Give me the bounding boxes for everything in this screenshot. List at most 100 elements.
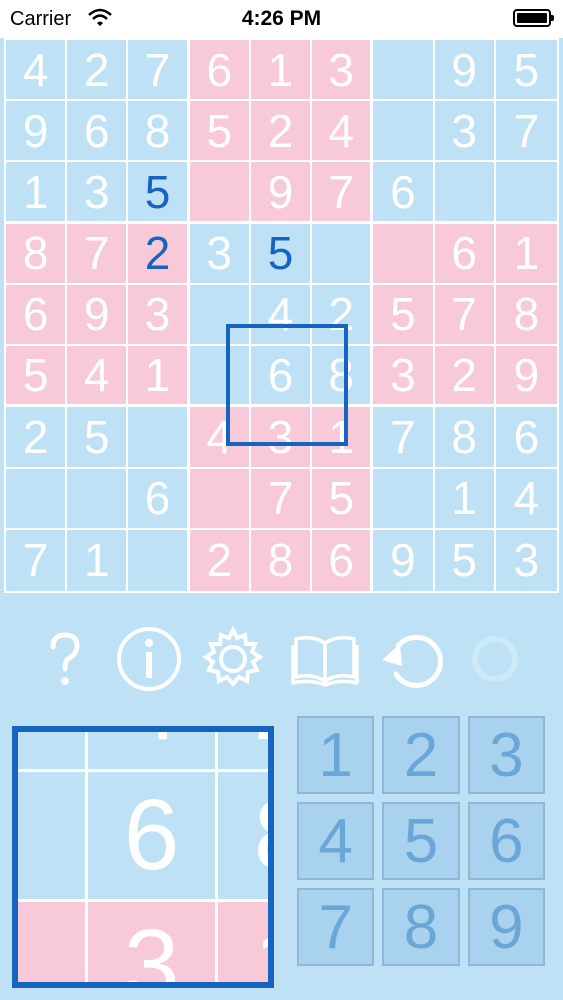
sudoku-cell[interactable]: 2 xyxy=(189,529,251,591)
sudoku-cell[interactable]: 6 xyxy=(495,407,557,469)
sudoku-cell[interactable]: 7 xyxy=(6,529,68,591)
sudoku-cell[interactable]: 9 xyxy=(495,346,557,408)
sudoku-cell[interactable]: 6 xyxy=(67,101,129,163)
sudoku-cell[interactable]: 3 xyxy=(250,407,313,469)
sudoku-cell[interactable]: 5 xyxy=(67,407,129,469)
sudoku-cell[interactable]: 5 xyxy=(495,40,557,102)
sudoku-cell[interactable]: 7 xyxy=(250,468,313,530)
number-key-6[interactable]: 6 xyxy=(467,802,545,880)
sudoku-cell[interactable]: 2 xyxy=(250,101,313,163)
sudoku-cell[interactable]: 9 xyxy=(67,284,129,347)
sudoku-cell[interactable]: 5 xyxy=(250,223,313,285)
number-key-2[interactable]: 2 xyxy=(382,716,460,794)
sudoku-cell[interactable]: 1 xyxy=(495,223,557,285)
sudoku-cell[interactable]: 5 xyxy=(312,468,374,530)
sudoku-cell[interactable]: 9 xyxy=(373,529,435,591)
sudoku-cell[interactable]: 8 xyxy=(312,346,374,408)
sudoku-cell[interactable]: 6 xyxy=(434,223,496,285)
sudoku-cell[interactable] xyxy=(6,468,68,530)
sudoku-cell[interactable]: 7 xyxy=(434,284,496,347)
sudoku-cell[interactable]: 3 xyxy=(312,40,374,102)
sudoku-cell[interactable]: 5 xyxy=(434,529,496,591)
sudoku-cell[interactable]: 3 xyxy=(434,101,496,163)
sudoku-cell[interactable]: 6 xyxy=(312,529,374,591)
sudoku-cell[interactable] xyxy=(189,162,251,224)
sudoku-cell[interactable]: 4 xyxy=(495,468,557,530)
sudoku-cell[interactable]: 2 xyxy=(434,346,496,408)
number-key-8[interactable]: 8 xyxy=(382,888,460,966)
sudoku-cell[interactable]: 5 xyxy=(189,101,251,163)
sudoku-cell[interactable]: 3 xyxy=(67,162,129,224)
sudoku-cell[interactable]: 8 xyxy=(128,101,190,163)
sudoku-cell[interactable]: 8 xyxy=(495,284,557,347)
sudoku-cell[interactable]: 7 xyxy=(373,407,435,469)
number-key-7[interactable]: 7 xyxy=(297,888,375,966)
sudoku-cell[interactable]: 8 xyxy=(250,529,313,591)
sudoku-cell[interactable]: 2 xyxy=(67,40,129,102)
gear-icon xyxy=(202,626,264,688)
sudoku-cell[interactable] xyxy=(373,468,435,530)
settings-button[interactable] xyxy=(198,624,268,694)
sudoku-cell[interactable] xyxy=(312,223,374,285)
number-key-5[interactable]: 5 xyxy=(382,802,460,880)
sudoku-cell[interactable]: 9 xyxy=(434,40,496,102)
sudoku-cell[interactable] xyxy=(189,284,251,347)
sudoku-cell[interactable]: 2 xyxy=(128,223,190,285)
sudoku-cell[interactable] xyxy=(373,223,435,285)
magnifier-preview: 426831 xyxy=(12,726,274,988)
sudoku-cell[interactable]: 1 xyxy=(6,162,68,224)
sudoku-cell[interactable] xyxy=(128,529,190,591)
sudoku-cell[interactable]: 6 xyxy=(6,284,68,347)
sudoku-cell[interactable] xyxy=(495,162,557,224)
sudoku-cell[interactable]: 9 xyxy=(6,101,68,163)
sudoku-cell[interactable]: 1 xyxy=(128,346,190,408)
sudoku-cell[interactable]: 6 xyxy=(373,162,435,224)
sudoku-cell[interactable]: 4 xyxy=(6,40,68,102)
number-key-1[interactable]: 1 xyxy=(297,716,375,794)
sudoku-cell[interactable]: 3 xyxy=(373,346,435,408)
sudoku-cell[interactable] xyxy=(189,468,251,530)
toolbar xyxy=(0,620,563,700)
sudoku-cell[interactable]: 3 xyxy=(128,284,190,347)
sudoku-cell[interactable]: 5 xyxy=(373,284,435,347)
sudoku-cell[interactable]: 4 xyxy=(312,101,374,163)
sudoku-cell[interactable]: 7 xyxy=(67,223,129,285)
sudoku-cell[interactable] xyxy=(373,40,435,102)
sudoku-cell[interactable]: 6 xyxy=(128,468,190,530)
undo-button[interactable] xyxy=(378,624,448,694)
sudoku-cell[interactable]: 7 xyxy=(312,162,374,224)
sudoku-cell[interactable]: 6 xyxy=(250,346,313,408)
sudoku-cell[interactable] xyxy=(373,101,435,163)
sudoku-cell[interactable]: 1 xyxy=(250,40,313,102)
sudoku-cell[interactable]: 1 xyxy=(67,529,129,591)
sudoku-cell[interactable] xyxy=(189,346,251,408)
sudoku-cell[interactable] xyxy=(128,407,190,469)
sudoku-cell[interactable]: 6 xyxy=(189,40,251,102)
sudoku-cell[interactable]: 1 xyxy=(434,468,496,530)
sudoku-cell[interactable]: 9 xyxy=(250,162,313,224)
sudoku-cell[interactable]: 3 xyxy=(189,223,251,285)
redo-button[interactable] xyxy=(460,624,530,694)
sudoku-cell[interactable]: 5 xyxy=(6,346,68,408)
sudoku-cell[interactable]: 2 xyxy=(312,284,374,347)
sudoku-cell[interactable]: 5 xyxy=(128,162,190,224)
sudoku-cell[interactable]: 4 xyxy=(250,284,313,347)
number-key-4[interactable]: 4 xyxy=(297,802,375,880)
number-pad: 123 456 789 xyxy=(297,716,545,966)
sudoku-cell[interactable]: 7 xyxy=(128,40,190,102)
sudoku-cell[interactable]: 4 xyxy=(189,407,251,469)
sudoku-cell[interactable]: 3 xyxy=(495,529,557,591)
sudoku-cell[interactable]: 2 xyxy=(6,407,68,469)
info-button[interactable] xyxy=(114,624,184,694)
help-button[interactable] xyxy=(30,624,100,694)
number-key-3[interactable]: 3 xyxy=(467,716,545,794)
rules-book-button[interactable] xyxy=(290,624,360,694)
sudoku-cell[interactable]: 4 xyxy=(67,346,129,408)
sudoku-cell[interactable]: 8 xyxy=(434,407,496,469)
sudoku-cell[interactable]: 7 xyxy=(495,101,557,163)
sudoku-cell[interactable]: 1 xyxy=(312,407,374,469)
sudoku-cell[interactable] xyxy=(434,162,496,224)
sudoku-cell[interactable]: 8 xyxy=(6,223,68,285)
sudoku-cell[interactable] xyxy=(67,468,129,530)
number-key-9[interactable]: 9 xyxy=(467,888,545,966)
